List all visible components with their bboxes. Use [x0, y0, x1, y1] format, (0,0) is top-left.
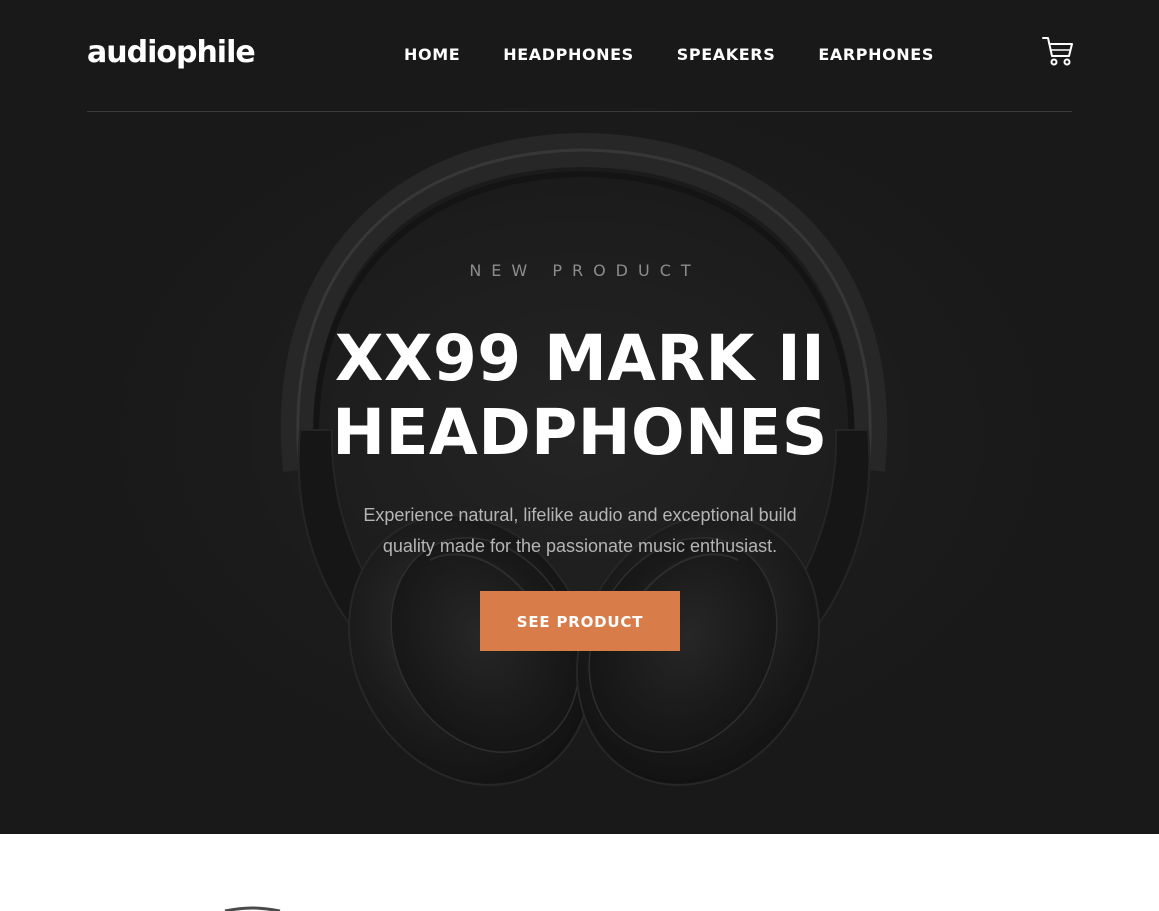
hero-title-line2: HEADPHONES	[332, 396, 828, 469]
cart-icon[interactable]	[1042, 36, 1074, 66]
hero-description: Experience natural, lifelike audio and e…	[363, 505, 797, 556]
hero-content: NEW PRODUCT XX99 MARK II HEADPHONES Expe…	[230, 258, 930, 651]
nav-link-speakers[interactable]: SPEAKERS	[677, 44, 776, 66]
hero-title-line1: XX99 MARK II	[334, 322, 826, 395]
main-nav: HOME HEADPHONES SPEAKERS EARPHONES	[404, 44, 934, 66]
hero-overline: NEW PRODUCT	[469, 261, 701, 280]
hero-title: XX99 MARK II HEADPHONES	[230, 322, 930, 470]
navbar: audiophile HOME HEADPHONES SPEAKERS EARP…	[87, 0, 1074, 112]
logo[interactable]: audiophile	[87, 33, 256, 73]
nav-link-home[interactable]: HOME	[404, 44, 460, 66]
nav-link-earphones[interactable]: EARPHONES	[818, 44, 934, 66]
page: audiophile HOME HEADPHONES SPEAKERS EARP…	[0, 0, 1159, 911]
hero-section: audiophile HOME HEADPHONES SPEAKERS EARP…	[0, 0, 1159, 834]
nav-link-headphones[interactable]: HEADPHONES	[503, 44, 634, 66]
nav-divider	[87, 111, 1072, 112]
see-product-button[interactable]: SEE PRODUCT	[480, 591, 680, 651]
next-section	[0, 834, 1159, 911]
partial-product-image	[224, 906, 281, 911]
